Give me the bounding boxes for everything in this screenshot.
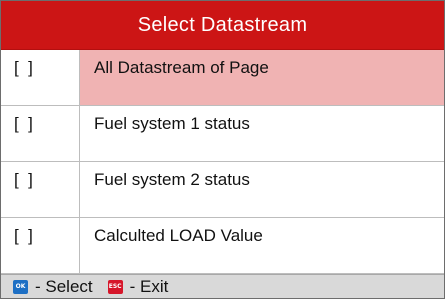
title-bar: Select Datastream <box>1 1 444 50</box>
row-label: Fuel system 2 status <box>94 170 250 189</box>
list-item-calculated-load[interactable]: [ ] Calculted LOAD Value <box>1 218 444 274</box>
list-item-fuel-system-1[interactable]: [ ] Fuel system 1 status <box>1 106 444 162</box>
datastream-screen: Select Datastream [ ] All Datastream of … <box>0 0 445 299</box>
esc-key-icon[interactable]: ESC <box>107 279 123 294</box>
page-title: Select Datastream <box>137 13 308 36</box>
key-hint-bar: OK - Select ESC - Exit <box>1 274 444 298</box>
row-label: Calculted LOAD Value <box>94 226 263 245</box>
exit-hint: - Exit <box>129 276 169 296</box>
row-label: Fuel system 1 status <box>94 114 250 133</box>
row-checkbox[interactable]: [ ] <box>1 218 80 273</box>
row-checkbox[interactable]: [ ] <box>1 106 80 161</box>
select-hint: - Select <box>35 276 93 296</box>
ok-key-icon[interactable]: OK <box>13 279 28 294</box>
list-item-all-datastream[interactable]: [ ] All Datastream of Page <box>1 50 444 106</box>
row-label: All Datastream of Page <box>80 50 444 105</box>
row-checkbox[interactable]: [ ] <box>1 50 80 105</box>
list-item-fuel-system-2[interactable]: [ ] Fuel system 2 status <box>1 162 444 218</box>
row-checkbox[interactable]: [ ] <box>1 162 80 217</box>
